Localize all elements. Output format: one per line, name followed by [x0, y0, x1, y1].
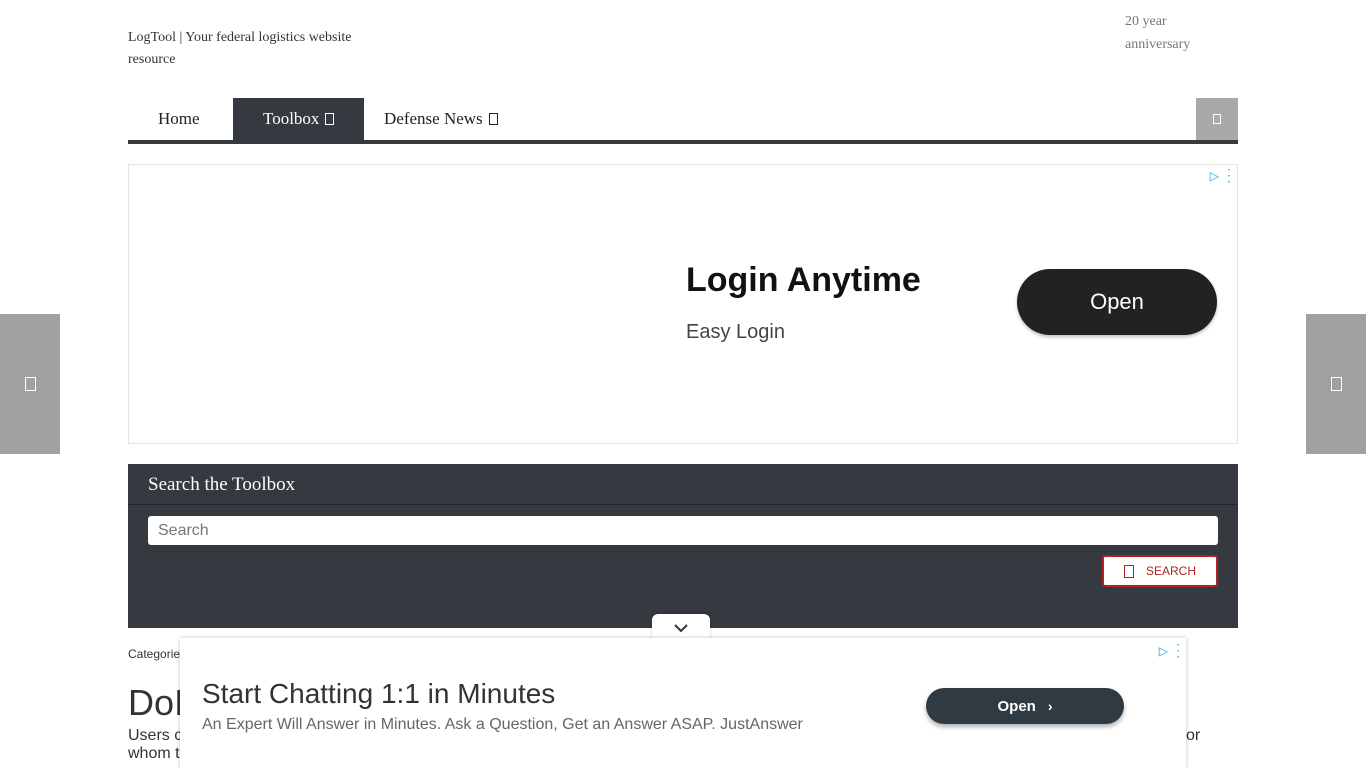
chevron-right-icon	[1330, 377, 1342, 391]
adchoices-icon[interactable]: ▷	[1159, 644, 1168, 658]
page-title: DoI	[128, 682, 185, 723]
nav-item-toolbox[interactable]: Toolbox	[233, 98, 365, 140]
ad-title[interactable]: Login Anytime	[686, 261, 921, 300]
nav-search-toggle[interactable]	[1196, 98, 1238, 140]
intro-line-end: or	[1186, 727, 1201, 744]
categories-label: Categorie	[128, 647, 181, 661]
anniversary-badge: 20 year anniversary	[1125, 14, 1191, 52]
chevron-down-icon	[325, 113, 335, 125]
next-post-button[interactable]	[1306, 314, 1366, 454]
anchor-ad-open-label: Open	[997, 697, 1036, 715]
search-widget-title: Search the Toolbox	[148, 474, 296, 495]
chevron-left-icon	[24, 377, 36, 391]
anchor-ad[interactable]: ▷ · · · Start Chatting 1:1 in Minutes An E…	[180, 638, 1186, 768]
search-button-label: SEARCH	[1145, 564, 1196, 578]
toolbox-search-widget: Search the Toolbox SEARCH	[128, 464, 1238, 628]
search-input[interactable]	[148, 516, 1218, 545]
nav-item-label: Defense News	[384, 109, 483, 128]
search-icon	[1213, 114, 1221, 124]
chevron-right-icon: ›	[1047, 698, 1053, 714]
site-logo[interactable]: LogTool | Your federal logistics website…	[128, 27, 398, 71]
divider	[128, 504, 1238, 505]
ad-subtitle: Easy Login	[686, 321, 785, 343]
adchoices-icon[interactable]: ▷	[1210, 169, 1219, 183]
main-nav: Home Toolbox Defense News	[128, 98, 1238, 144]
search-button[interactable]: SEARCH	[1102, 555, 1218, 587]
ad-menu-icon[interactable]: · · ·	[1176, 639, 1180, 663]
ad-banner[interactable]: ▷ · · · Login Anytime Easy Login Open	[128, 164, 1238, 444]
ad-open-button[interactable]: Open	[1017, 269, 1217, 335]
ad-menu-icon[interactable]: · · ·	[1227, 164, 1231, 188]
anchor-ad-subtitle: An Expert Will Answer in Minutes. Ask a …	[202, 716, 803, 733]
anchor-ad-title[interactable]: Start Chatting 1:1 in Minutes	[202, 678, 555, 710]
search-icon	[1123, 564, 1134, 578]
nav-item-defense-news[interactable]: Defense News	[354, 98, 528, 140]
nav-item-home[interactable]: Home	[128, 98, 230, 140]
nav-item-label: Toolbox	[263, 109, 320, 128]
prev-post-button[interactable]	[0, 314, 60, 454]
chevron-down-icon	[488, 113, 498, 125]
nav-item-label: Home	[158, 109, 200, 128]
chevron-down-icon	[674, 624, 688, 633]
anchor-ad-open-button[interactable]: Open ›	[926, 688, 1124, 724]
